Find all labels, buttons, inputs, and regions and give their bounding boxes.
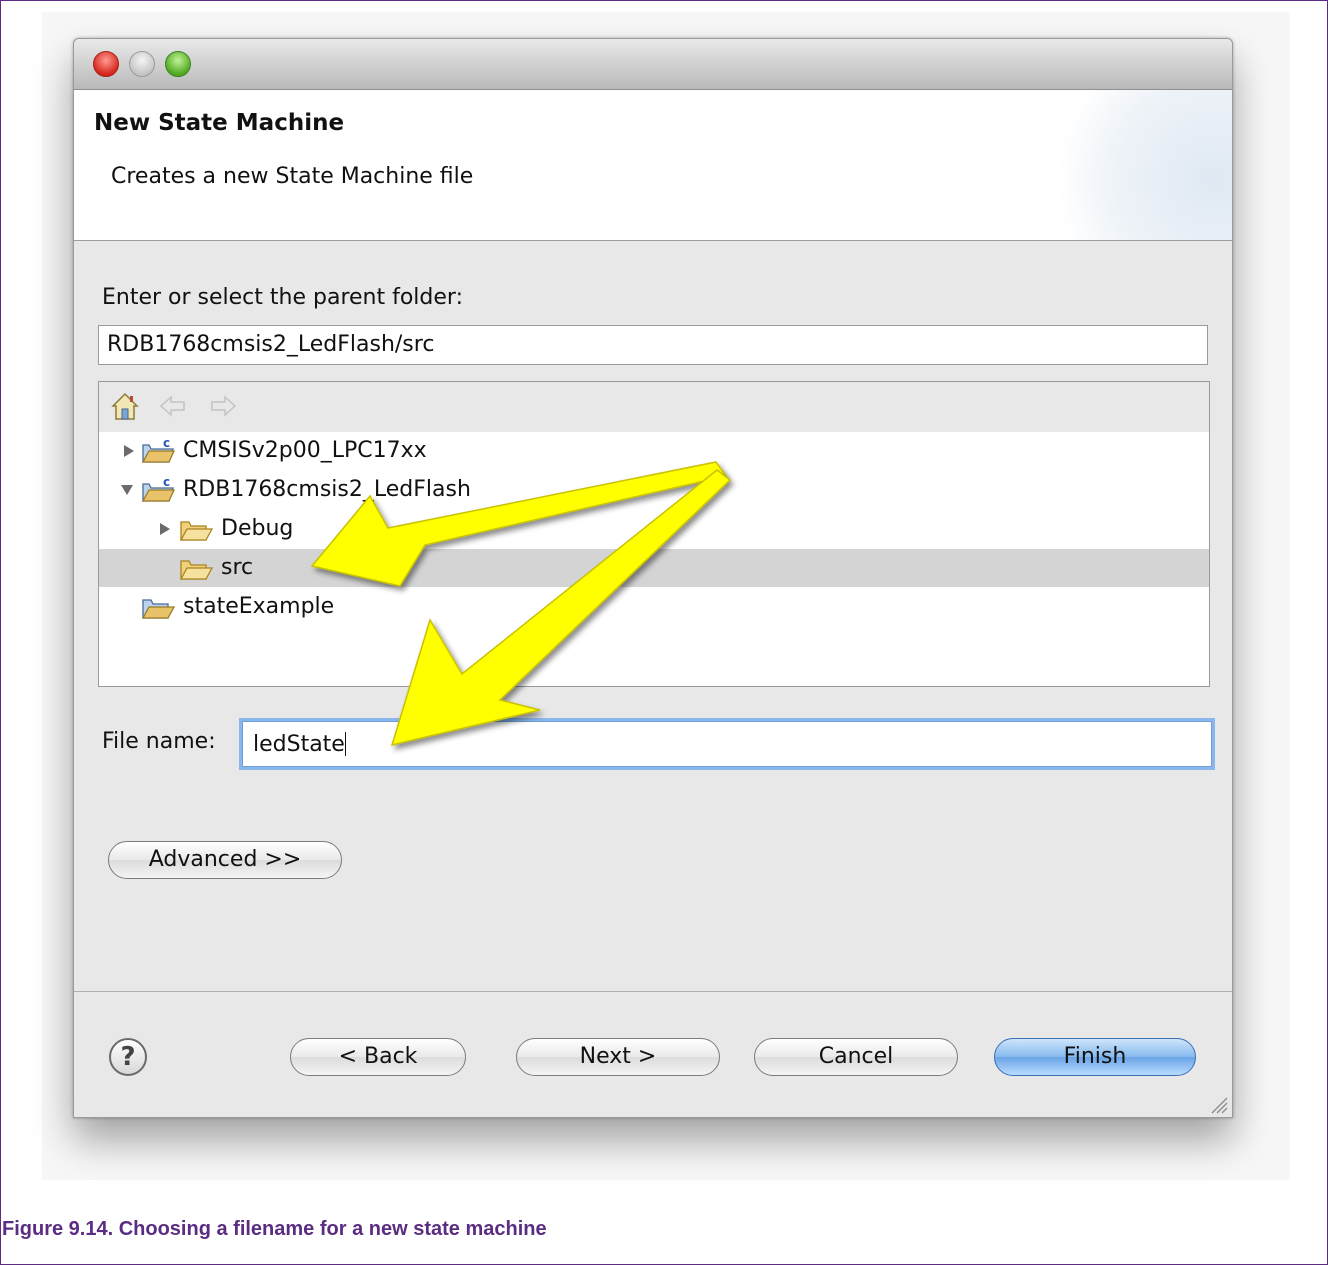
- tree-item-label: Debug: [221, 516, 294, 541]
- resize-grip-icon[interactable]: [1206, 1092, 1228, 1114]
- finish-button[interactable]: Finish: [994, 1038, 1196, 1076]
- file-name-value: ledState: [253, 732, 345, 757]
- tree-toolbar: [99, 382, 1209, 432]
- close-window-button[interactable]: [93, 51, 119, 77]
- forward-arrow-icon[interactable]: [207, 390, 239, 422]
- figure-caption: Figure 9.14. Choosing a filename for a n…: [2, 1218, 547, 1240]
- dialog-subtitle: Creates a new State Machine file: [111, 164, 474, 189]
- dialog-content: Enter or select the parent folder: RDB17…: [74, 241, 1232, 991]
- open-folder-icon: [179, 521, 213, 541]
- tree-item-ledflash[interactable]: c RDB1768cmsis2_LedFlash: [99, 471, 1209, 509]
- svg-text:c: c: [163, 437, 170, 450]
- c-project-folder-icon: c: [141, 437, 175, 463]
- project-folder-icon: [141, 599, 175, 619]
- tree-item-label: src: [221, 555, 254, 580]
- back-arrow-icon[interactable]: [157, 390, 189, 422]
- open-folder-icon: [179, 560, 213, 580]
- dialog-window: New State Machine Creates a new State Ma…: [73, 38, 1233, 1118]
- header-banner-graphic: [1032, 90, 1232, 240]
- file-name-input[interactable]: ledState: [242, 721, 1212, 767]
- expand-triangle-icon[interactable]: [157, 521, 173, 537]
- svg-text:c: c: [163, 476, 170, 489]
- folder-tree[interactable]: c CMSISv2p00_LPC17xx c RDB1768cmsis2_Led…: [98, 381, 1210, 687]
- tree-item-src[interactable]: src: [99, 549, 1209, 587]
- advanced-button[interactable]: Advanced >>: [108, 841, 342, 879]
- dialog-header: New State Machine Creates a new State Ma…: [74, 90, 1232, 241]
- text-cursor: [344, 732, 346, 756]
- tree-item-cmsis[interactable]: c CMSISv2p00_LPC17xx: [99, 432, 1209, 470]
- home-icon[interactable]: [109, 390, 141, 422]
- tree-item-debug[interactable]: Debug: [99, 510, 1209, 548]
- next-button[interactable]: Next >: [516, 1038, 720, 1076]
- file-name-label: File name:: [102, 729, 216, 754]
- back-button[interactable]: < Back: [290, 1038, 466, 1076]
- c-project-folder-icon: c: [141, 476, 175, 502]
- dialog-footer: ? < Back Next > Cancel Finish: [74, 991, 1232, 1117]
- expand-triangle-icon[interactable]: [121, 443, 137, 459]
- tree-item-label: RDB1768cmsis2_LedFlash: [183, 477, 471, 502]
- parent-folder-input[interactable]: RDB1768cmsis2_LedFlash/src: [98, 325, 1208, 365]
- tree-item-label: stateExample: [183, 594, 335, 619]
- tree-item-stateexample[interactable]: stateExample: [99, 588, 1209, 626]
- cancel-button[interactable]: Cancel: [754, 1038, 958, 1076]
- minimize-window-button[interactable]: [129, 51, 155, 77]
- help-icon[interactable]: ?: [109, 1038, 147, 1076]
- dialog-title: New State Machine: [94, 110, 345, 136]
- title-bar[interactable]: [74, 39, 1232, 90]
- collapse-triangle-icon[interactable]: [119, 482, 135, 498]
- tree-item-label: CMSISv2p00_LPC17xx: [183, 438, 427, 463]
- parent-folder-label: Enter or select the parent folder:: [102, 285, 463, 310]
- zoom-window-button[interactable]: [165, 51, 191, 77]
